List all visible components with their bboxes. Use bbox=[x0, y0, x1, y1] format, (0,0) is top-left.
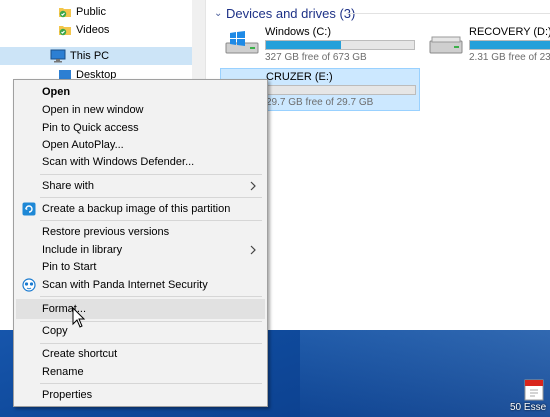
menu-item-label: Include in library bbox=[42, 244, 123, 256]
menu-item-label: Create a backup image of this partition bbox=[42, 203, 231, 215]
desktop-icon-label[interactable]: 50 Esse bbox=[510, 402, 550, 413]
menu-item-label: Share with bbox=[42, 180, 94, 192]
drive-usage-fill bbox=[470, 41, 550, 49]
nav-item-this-pc[interactable]: This PC bbox=[0, 47, 192, 65]
drive-usage-bar bbox=[265, 40, 415, 50]
hard-drive-icon bbox=[429, 36, 463, 54]
menu-item-scan-panda[interactable]: Scan with Panda Internet Security bbox=[16, 276, 265, 294]
menu-item-label: Pin to Quick access bbox=[42, 122, 139, 134]
nav-item-public[interactable]: Public bbox=[0, 3, 192, 21]
folder-check-icon bbox=[59, 8, 71, 18]
chevron-right-icon bbox=[250, 181, 256, 191]
menu-item-label: Open bbox=[42, 86, 71, 98]
menu-item-format[interactable]: Format... bbox=[16, 299, 265, 319]
nav-item-videos[interactable]: Videos bbox=[0, 21, 192, 39]
nav-item-label: This PC bbox=[70, 50, 110, 62]
menu-item-label: Restore previous versions bbox=[42, 226, 170, 238]
menu-item-label: Rename bbox=[42, 366, 84, 378]
backup-icon bbox=[22, 202, 36, 216]
windows-drive-icon bbox=[225, 31, 259, 54]
nav-item-label: Public bbox=[76, 6, 106, 18]
menu-item-copy[interactable]: Copy bbox=[16, 322, 265, 340]
menu-item-label: Scan with Panda Internet Security bbox=[42, 279, 208, 291]
menu-item-scan-defender[interactable]: Scan with Windows Defender... bbox=[16, 153, 265, 171]
menu-item-label: Open in new window bbox=[42, 104, 144, 116]
mouse-cursor-icon bbox=[72, 307, 86, 328]
group-divider bbox=[346, 13, 550, 14]
drive-free-space: 327 GB free of 673 GB bbox=[265, 52, 367, 63]
drive-name: Windows (C:) bbox=[265, 26, 332, 38]
menu-item-label: Create shortcut bbox=[42, 348, 118, 360]
menu-item-create-backup[interactable]: Create a backup image of this partition bbox=[16, 200, 265, 218]
drive-free-space: 2.31 GB free of 23.3 bbox=[469, 52, 550, 62]
drive-tile-d[interactable]: RECOVERY (D:) 2.31 GB free of 23.3 bbox=[424, 24, 550, 62]
menu-separator bbox=[40, 383, 262, 384]
menu-item-label: Properties bbox=[42, 389, 93, 401]
menu-item-label: Open AutoPlay... bbox=[42, 139, 124, 151]
menu-item-label: Copy bbox=[42, 325, 68, 337]
drive-tile-c[interactable]: Windows (C:) 327 GB free of 673 GB bbox=[220, 24, 420, 63]
computer-icon bbox=[50, 49, 66, 63]
menu-item-pin-start[interactable]: Pin to Start bbox=[16, 258, 265, 276]
menu-item-rename[interactable]: Rename bbox=[16, 363, 265, 381]
panda-icon bbox=[22, 278, 36, 292]
menu-item-label: Scan with Windows Defender... bbox=[42, 156, 195, 168]
menu-item-include-library[interactable]: Include in library bbox=[16, 241, 265, 259]
menu-item-open-autoplay[interactable]: Open AutoPlay... bbox=[16, 136, 265, 154]
menu-item-create-shortcut[interactable]: Create shortcut bbox=[16, 345, 265, 363]
chevron-down-icon[interactable]: ⌄ bbox=[214, 8, 226, 19]
drive-name: RECOVERY (D:) bbox=[469, 26, 550, 38]
menu-separator bbox=[40, 343, 262, 344]
menu-item-restore-versions[interactable]: Restore previous versions bbox=[16, 223, 265, 241]
group-header-devices[interactable]: ⌄ Devices and drives (3) bbox=[214, 4, 355, 22]
menu-separator bbox=[40, 220, 262, 221]
menu-item-properties[interactable]: Properties bbox=[16, 386, 265, 404]
drive-name: CRUZER (E:) bbox=[266, 71, 333, 83]
folder-check-icon bbox=[59, 26, 71, 36]
pdf-file-icon[interactable] bbox=[522, 378, 546, 402]
menu-item-open-new-window[interactable]: Open in new window bbox=[16, 101, 265, 119]
nav-item-label: Videos bbox=[76, 24, 110, 36]
menu-item-open[interactable]: Open bbox=[16, 83, 265, 101]
context-menu: Open Open in new window Pin to Quick acc… bbox=[13, 79, 268, 407]
menu-item-share-with[interactable]: Share with bbox=[16, 177, 265, 195]
menu-separator bbox=[40, 296, 262, 297]
group-title: Devices and drives (3) bbox=[226, 5, 356, 21]
drive-free-space: 29.7 GB free of 29.7 GB bbox=[266, 97, 374, 108]
menu-item-label: Pin to Start bbox=[42, 261, 97, 273]
menu-item-pin-quick-access[interactable]: Pin to Quick access bbox=[16, 119, 265, 137]
drive-usage-bar bbox=[469, 40, 550, 50]
drive-usage-bar bbox=[266, 85, 416, 95]
drive-usage-fill bbox=[266, 41, 342, 49]
menu-separator bbox=[40, 174, 262, 175]
chevron-right-icon bbox=[250, 245, 256, 255]
menu-separator bbox=[40, 197, 262, 198]
